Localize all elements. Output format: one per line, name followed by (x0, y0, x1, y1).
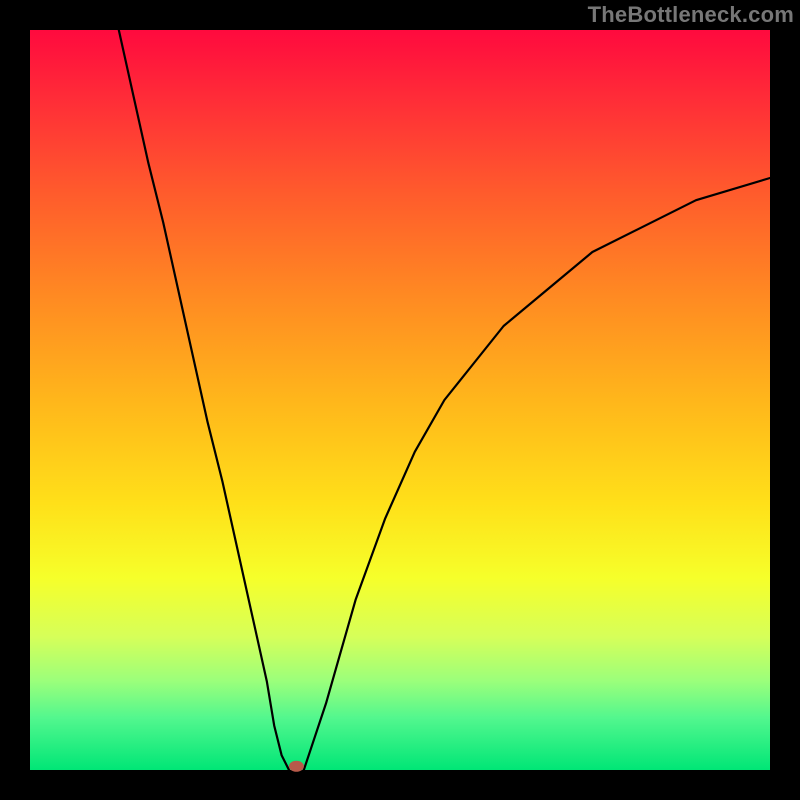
watermark-text: TheBottleneck.com (588, 2, 794, 28)
curve-right-branch (304, 178, 770, 770)
optimal-point-marker (289, 761, 303, 771)
plot-area (30, 30, 770, 770)
plot-svg (30, 30, 770, 770)
chart-frame: TheBottleneck.com (0, 0, 800, 800)
curve-left-branch (119, 30, 289, 770)
